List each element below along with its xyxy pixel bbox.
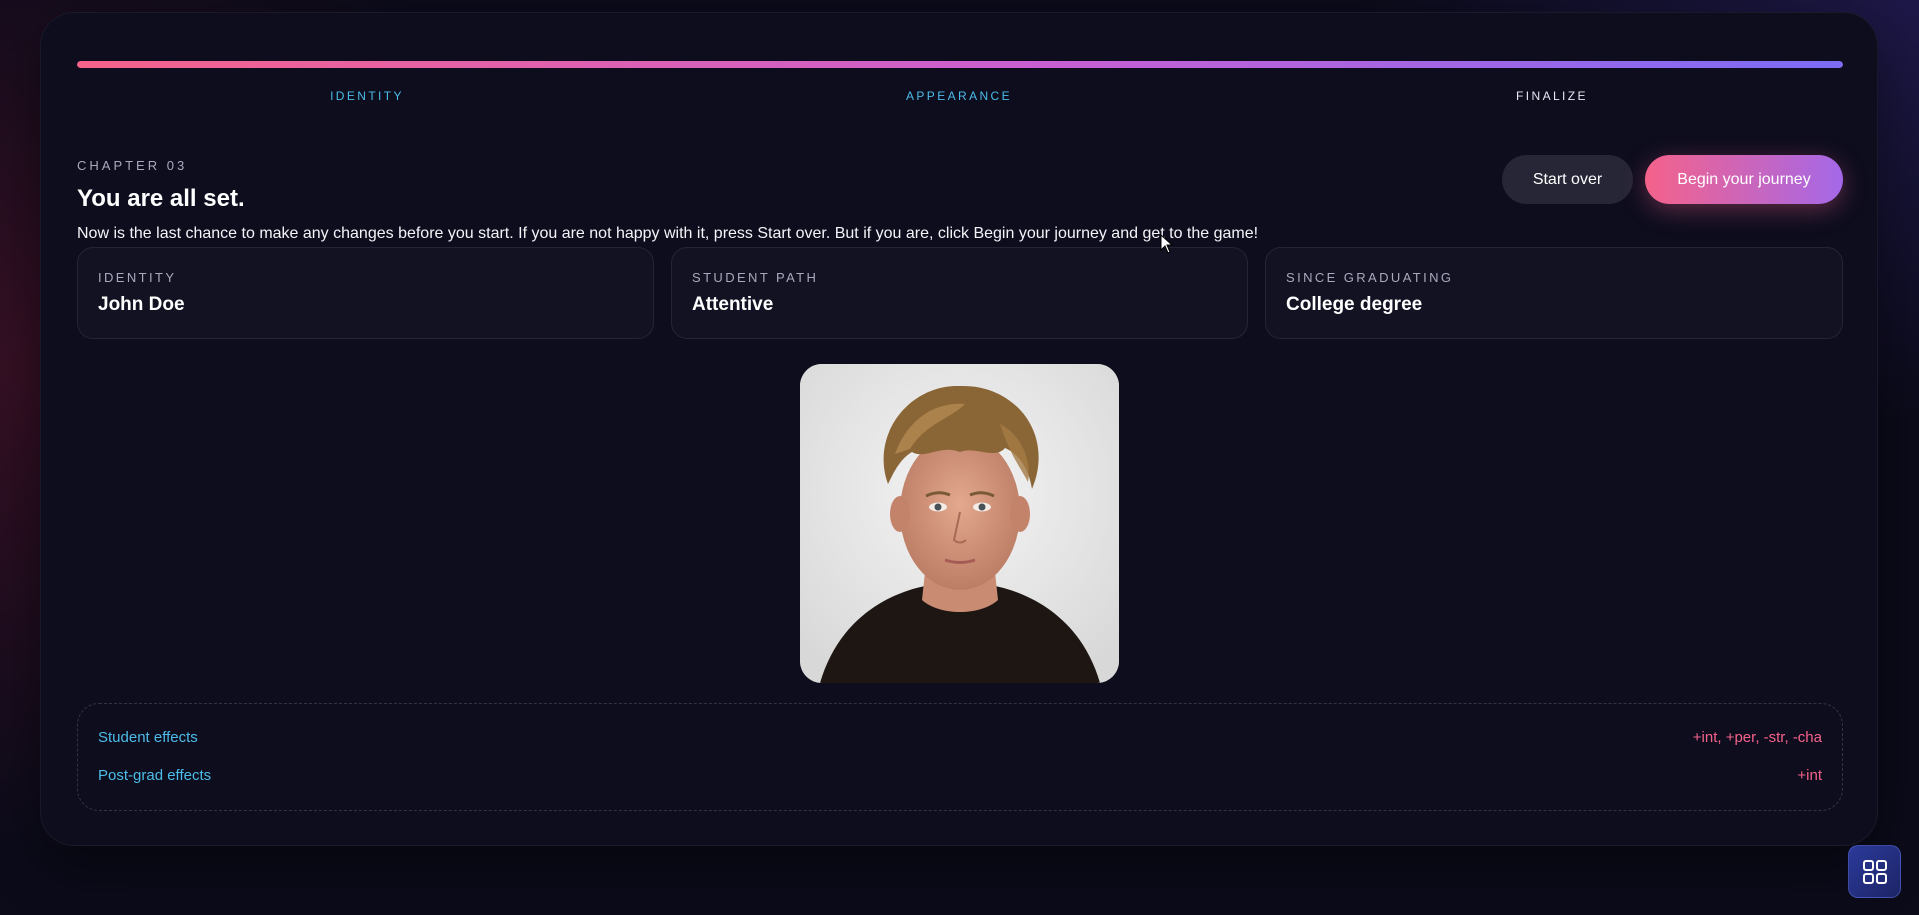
summary-card-value: John Doe	[98, 294, 185, 315]
summary-card-label: STUDENT PATH	[692, 270, 819, 285]
effect-value: +int, +per, -str, -cha	[1692, 729, 1822, 746]
grid-menu-button[interactable]	[1848, 845, 1901, 898]
progress-bar	[77, 61, 1843, 68]
step-finalize[interactable]: FINALIZE	[1516, 89, 1588, 103]
summary-card-value: College degree	[1286, 294, 1423, 315]
start-over-button[interactable]: Start over	[1502, 155, 1633, 204]
step-appearance[interactable]: APPEARANCE	[906, 89, 1012, 103]
summary-panel: IDENTITY APPEARANCE FINALIZE CHAPTER 03 …	[40, 12, 1878, 846]
effect-name: Post-grad effects	[98, 767, 212, 784]
page-title: You are all set.	[77, 185, 245, 212]
summary-card-value: Attentive	[692, 294, 774, 315]
effect-name: Student effects	[98, 729, 198, 746]
mouse-cursor-icon	[1160, 234, 1174, 254]
summary-card-label: SINCE GRADUATING	[1286, 270, 1454, 285]
step-identity[interactable]: IDENTITY	[330, 89, 404, 103]
effect-row-student: Student effects +int, +per, -str, -cha	[98, 729, 1822, 746]
page-description: Now is the last chance to make any chang…	[77, 225, 1259, 242]
effects-box: Student effects +int, +per, -str, -cha P…	[77, 703, 1843, 811]
summary-card-label: IDENTITY	[98, 270, 177, 285]
summary-card-since-graduating: SINCE GRADUATING College degree	[1265, 247, 1843, 339]
effect-value: +int	[1797, 767, 1822, 784]
summary-card-student-path: STUDENT PATH Attentive	[671, 247, 1248, 339]
effect-row-post-grad: Post-grad effects +int	[98, 767, 1822, 784]
grid-icon	[1862, 859, 1887, 884]
summary-card-identity: IDENTITY John Doe	[77, 247, 654, 339]
progress-bar-fill	[77, 61, 1843, 68]
character-portrait	[800, 364, 1119, 683]
chapter-label: CHAPTER 03	[77, 158, 188, 173]
begin-journey-button[interactable]: Begin your journey	[1645, 155, 1843, 204]
portrait-photo	[800, 364, 1119, 683]
